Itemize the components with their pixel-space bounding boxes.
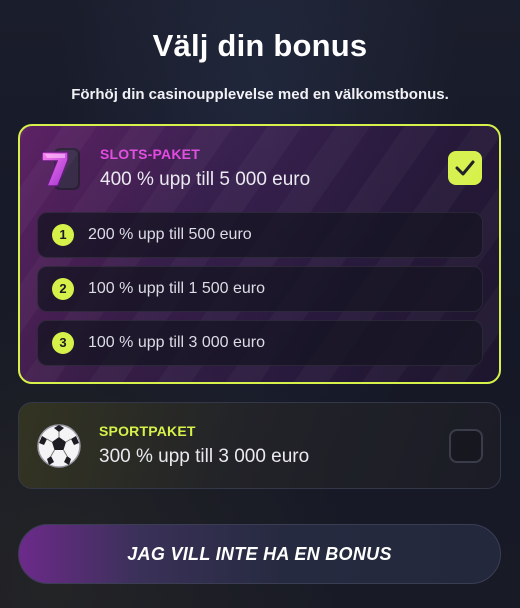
tier-number-badge: 2 — [52, 278, 74, 300]
bonus-tier-1: 1 200 % upp till 500 euro — [37, 212, 483, 258]
slot-seven-icon — [38, 144, 86, 192]
tier-number-badge: 1 — [52, 224, 74, 246]
sport-package-checkbox[interactable] — [449, 429, 483, 463]
check-icon — [455, 160, 475, 176]
slots-package-checkbox[interactable] — [448, 151, 482, 185]
tier-text: 100 % upp till 3 000 euro — [88, 334, 266, 351]
slots-package-label: SLOTS-PAKET — [100, 146, 200, 162]
soccer-ball-icon — [35, 422, 83, 470]
no-bonus-button[interactable]: JAG VILL INTE HA EN BONUS — [18, 524, 501, 584]
sport-package-label: SPORTPAKET — [99, 423, 196, 439]
slots-package-amount: 400 % upp till 5 000 euro — [100, 169, 311, 190]
bonus-tier-2: 2 100 % upp till 1 500 euro — [37, 266, 483, 312]
tier-number-badge: 3 — [52, 332, 74, 354]
page-title: Välj din bonus — [152, 28, 368, 63]
slots-package-card[interactable]: SLOTS-PAKET 400 % upp till 5 000 euro 1 … — [18, 124, 501, 384]
tier-text: 200 % upp till 500 euro — [88, 226, 252, 243]
page-subtitle: Förhöj din casinoupplevelse med en välko… — [71, 86, 449, 103]
sport-package-amount: 300 % upp till 3 000 euro — [99, 446, 310, 467]
sport-package-card[interactable]: SPORTPAKET 300 % upp till 3 000 euro — [18, 402, 501, 489]
bonus-tier-3: 3 100 % upp till 3 000 euro — [37, 320, 483, 366]
tier-text: 100 % upp till 1 500 euro — [88, 280, 266, 297]
